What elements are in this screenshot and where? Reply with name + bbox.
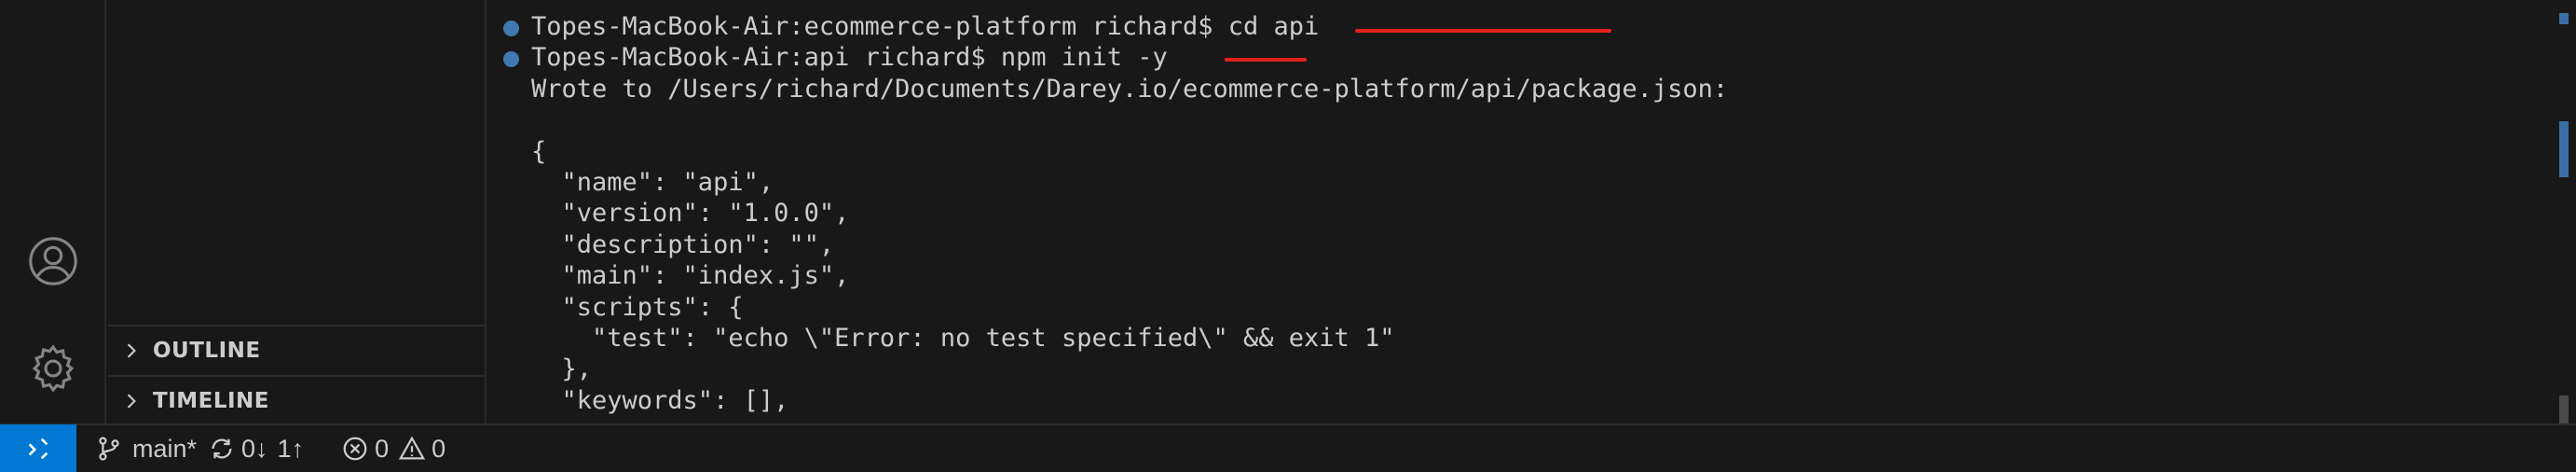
terminal-line: "description": "", [531,229,835,259]
error-icon [343,437,367,461]
error-count: 0 [375,434,390,463]
annotation-underline [1355,29,1611,33]
sync-indicator[interactable]: 0↓ 1↑ [208,424,304,472]
terminal-line: "test": "echo \"Error: no test specified… [531,323,1395,353]
account-icon[interactable] [25,233,81,289]
overview-marker [2559,13,2569,24]
terminal-line: Wrote to /Users/richard/Documents/Darey.… [531,74,1729,104]
warning-icon [399,436,426,460]
remote-indicator-button[interactable] [0,424,76,472]
chevron-right-icon [127,394,136,409]
outline-section-header[interactable]: OUTLINE [108,325,486,375]
terminal-output: Topes-MacBook-Air:ecommerce-platform ric… [488,11,2539,416]
gear-icon[interactable] [25,340,81,396]
command-status-dot[interactable] [503,21,519,36]
sync-up-count: 1↑ [277,434,305,463]
terminal-line: Topes-MacBook-Air:ecommerce-platform ric… [488,11,2539,42]
command-status-dot[interactable] [503,51,519,68]
terminal-panel[interactable]: Topes-MacBook-Air:ecommerce-platform ric… [488,0,2576,423]
activity-bar [0,0,106,423]
terminal-line: "main": "index.js", [531,261,850,291]
sync-down-count: 0↓ [241,434,268,463]
terminal-line: Topes-MacBook-Air:api richard$ npm init … [488,42,2539,73]
overview-marker [2559,121,2569,177]
problems-indicator[interactable]: 0 0 [341,424,445,472]
chevron-right-icon [127,343,136,358]
git-branch-icon [99,437,119,461]
sync-icon [212,438,232,459]
terminal-line: "name": "api", [531,167,774,197]
branch-indicator[interactable]: main* [95,424,197,472]
outline-section-title: OUTLINE [153,339,261,363]
timeline-section-header[interactable]: TIMELINE [108,375,486,425]
terminal-line: { [531,136,547,166]
timeline-section-title: TIMELINE [153,389,270,413]
annotation-underline [1225,58,1307,62]
terminal-line: "keywords": [], [531,385,789,415]
terminal-scrollbar[interactable] [2552,0,2576,423]
branch-name: main* [132,434,198,463]
warning-count: 0 [432,434,446,463]
remote-icon [28,437,48,460]
terminal-line: "scripts": { [531,292,744,322]
side-panel: OUTLINE TIMELINE [108,0,486,423]
status-bar: main* 0↓ 1↑ 0 0 [0,423,2576,472]
scrollbar-thumb[interactable] [2559,396,2569,423]
terminal-line: }, [531,354,593,384]
terminal-line: "version": "1.0.0", [531,199,850,229]
